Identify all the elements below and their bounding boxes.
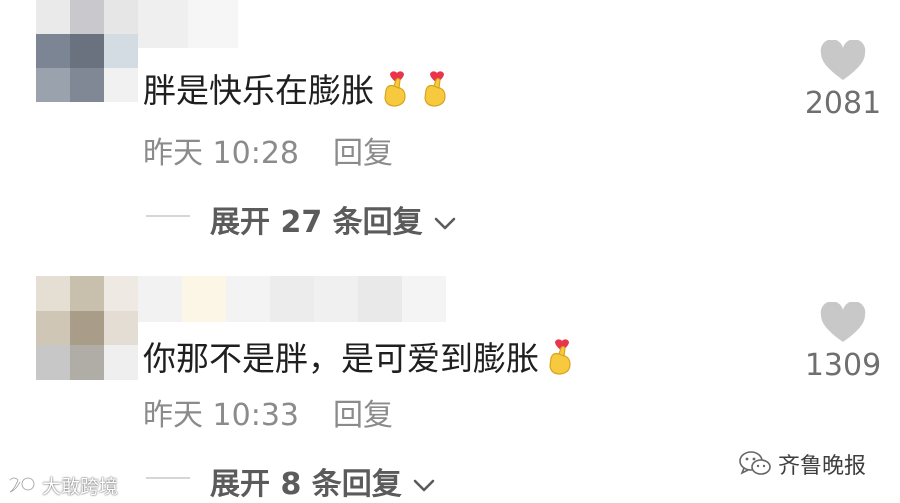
expand-replies-button[interactable]: 展开 8 条回复 bbox=[210, 459, 436, 503]
avatar[interactable] bbox=[36, 0, 138, 102]
watermark-right: 齐鲁晚报 bbox=[738, 448, 866, 480]
comment-text: 胖是快乐在膨胀 bbox=[143, 64, 454, 112]
like-heart-icon[interactable] bbox=[819, 40, 867, 82]
expand-replies-button[interactable]: 展开 27 条回复 bbox=[210, 197, 457, 241]
watermark-left: 大敢跨境 bbox=[6, 472, 118, 499]
comment-timestamp: 昨天 10:28 bbox=[143, 136, 299, 171]
expand-divider bbox=[146, 215, 190, 217]
chevron-down-icon bbox=[434, 217, 456, 229]
wechat-icon bbox=[739, 451, 771, 475]
heart-hand-icon bbox=[380, 68, 414, 108]
like-count: 1309 bbox=[804, 348, 882, 383]
avatar[interactable] bbox=[36, 276, 138, 380]
reply-button[interactable]: 回复 bbox=[333, 128, 393, 172]
like-heart-icon[interactable] bbox=[819, 302, 867, 344]
chevron-down-icon bbox=[413, 479, 435, 491]
heart-hand-icon bbox=[545, 336, 579, 376]
comment-text: 你那不是胖，是可爱到膨胀 bbox=[143, 332, 579, 380]
watermark-logo-icon bbox=[8, 476, 35, 493]
reply-button[interactable]: 回复 bbox=[333, 390, 393, 434]
heart-hand-icon bbox=[420, 68, 454, 108]
username-blurred bbox=[138, 276, 446, 322]
like-count: 2081 bbox=[804, 86, 882, 121]
comment-timestamp: 昨天 10:33 bbox=[143, 398, 299, 433]
expand-divider bbox=[146, 477, 190, 479]
username-blurred bbox=[138, 0, 238, 48]
